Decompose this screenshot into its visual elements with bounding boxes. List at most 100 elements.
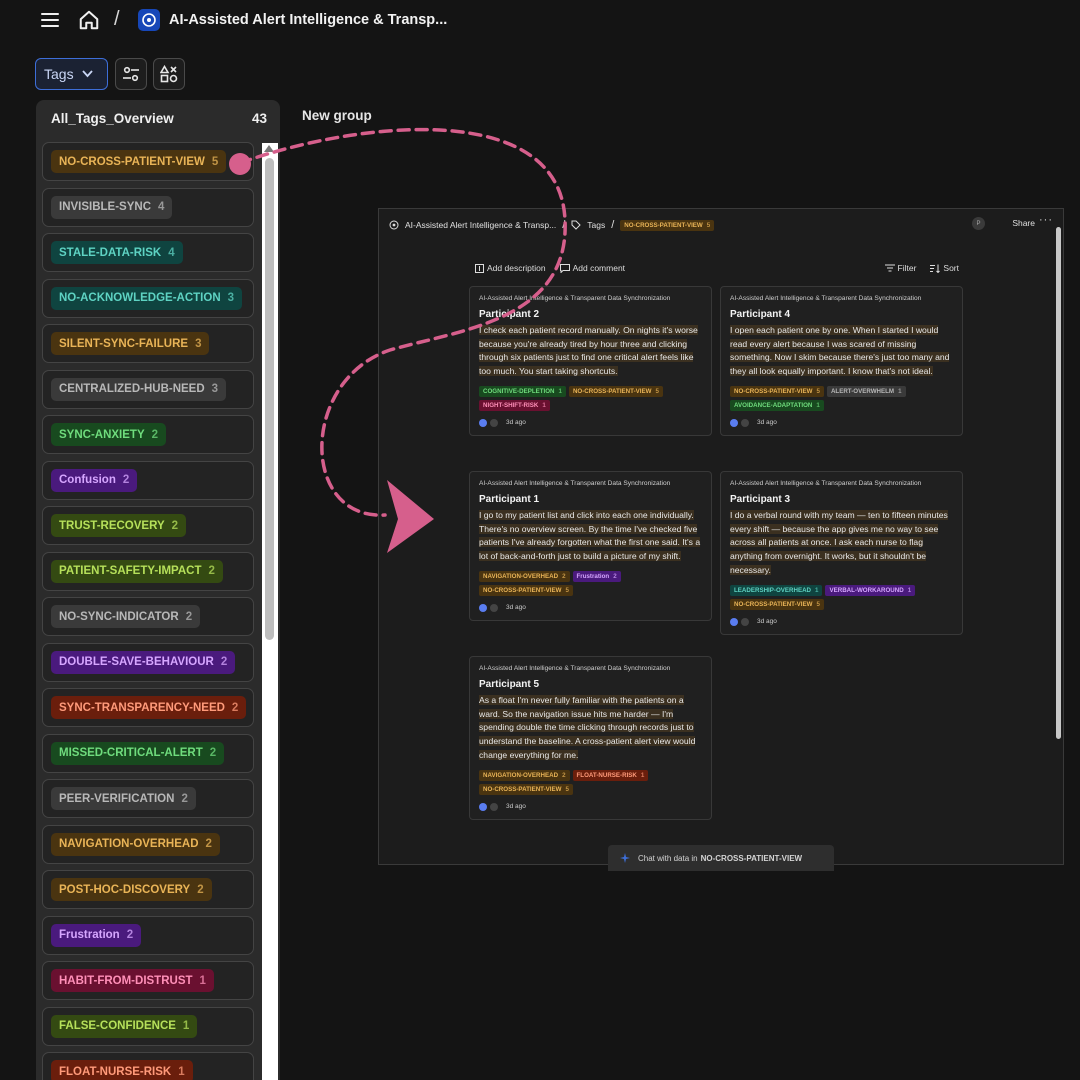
tag-count: 4 [158, 201, 165, 213]
card-tag-chip[interactable]: NO-CROSS-PATIENT-VIEW 5 [730, 385, 824, 397]
tag-label: SILENT-SYNC-FAILURE [59, 337, 189, 350]
tag-count: 2 [208, 565, 215, 577]
quote-card[interactable]: AI-Assisted Alert Intelligence & Transpa… [720, 286, 963, 436]
tag-chip: POST-HOC-DISCOVERY 2 [51, 878, 212, 901]
scroll-up-arrow-icon[interactable] [264, 145, 274, 152]
filter-icon [884, 264, 895, 272]
card-tag-chip[interactable]: NAVIGATION-OVERHEAD 2 [479, 570, 570, 582]
card-tag-count: 2 [562, 771, 566, 779]
more-options-icon[interactable]: ··· [1039, 214, 1053, 226]
tag-row[interactable]: NAVIGATION-OVERHEAD 2 [42, 824, 254, 864]
filter-button[interactable]: Filter [884, 263, 916, 273]
tag-label: FLOAT-NURSE-RISK [59, 1065, 172, 1078]
tag-row[interactable]: PEER-VERIFICATION 2 [42, 779, 254, 818]
current-tag-chip: NO-CROSS-PATIENT-VIEW 5 [620, 219, 715, 231]
tag-row[interactable]: Frustration 2 [42, 915, 254, 955]
preview-scrollbar[interactable] [1055, 221, 1062, 866]
tag-chip: CENTRALIZED-HUB-NEED 3 [51, 377, 227, 401]
tag-chip: MISSED-CRITICAL-ALERT 2 [51, 741, 225, 765]
tag-label: Confusion [59, 474, 116, 486]
card-quote: I open each patient one by one. When I s… [730, 324, 953, 379]
sort-shapes-button[interactable] [153, 58, 185, 90]
tag-row[interactable]: NO-ACKNOWLEDGE-ACTION 3 [42, 278, 254, 318]
card-tag-chip[interactable]: COGNITIVE-DEPLETION 1 [479, 385, 566, 397]
tag-row[interactable]: HABIT-FROM-DISTRUST 1 [42, 961, 254, 1000]
card-tag-chip[interactable]: NIGHT-SHIFT-RISK 1 [479, 399, 550, 411]
card-project-name: AI-Assisted Alert Intelligence & Transpa… [730, 295, 922, 302]
tag-list: NO-CROSS-PATIENT-VIEW 5 INVISIBLE-SYNC 4 STA… [42, 142, 254, 1080]
panel-count: 43 [251, 111, 267, 126]
quote-card[interactable]: AI-Assisted Alert Intelligence & Transpa… [469, 471, 712, 621]
tag-count: 3 [227, 292, 235, 304]
card-meta: 3d ago [479, 603, 702, 612]
card-tag-count: 1 [640, 771, 645, 779]
quote-card[interactable]: AI-Assisted Alert Intelligence & Transpa… [469, 286, 712, 436]
new-group-title[interactable]: New group [302, 108, 372, 123]
card-tag-count: 1 [558, 387, 562, 395]
card-tag-chip[interactable]: NO-CROSS-PATIENT-VIEW 5 [479, 584, 573, 596]
card-tag-chip[interactable]: ALERT-OVERWHELM 1 [826, 385, 906, 397]
tag-count: 2 [185, 610, 193, 623]
tag-row[interactable]: FLOAT-NURSE-RISK 1 [42, 1052, 254, 1080]
tag-label: HABIT-FROM-DISTRUST [59, 974, 193, 987]
tag-row[interactable]: STALE-DATA-RISK 4 [42, 233, 254, 272]
preview-tags-link[interactable]: Tags [587, 220, 605, 230]
hamburger-menu-icon[interactable] [41, 13, 59, 29]
page-title: AI-Assisted Alert Intelligence & Transp.… [169, 12, 448, 28]
card-tag-chip[interactable]: AVOIDANCE-ADAPTATION 1 [730, 399, 824, 411]
card-participant: Participant 4 [730, 309, 791, 320]
filter-settings-button[interactable] [115, 58, 147, 90]
sort-button[interactable]: Sort [930, 263, 959, 273]
tag-row[interactable]: POST-HOC-DISCOVERY 2 [42, 870, 254, 909]
card-tag-chip[interactable]: FLOAT-NURSE-RISK 1 [572, 769, 649, 781]
tag-row[interactable]: NO-CROSS-PATIENT-VIEW 5 [42, 142, 254, 181]
card-tag-chip[interactable]: NO-CROSS-PATIENT-VIEW 5 [568, 385, 663, 397]
tag-row[interactable]: FALSE-CONFIDENCE 1 [42, 1006, 254, 1046]
tag-row[interactable]: PATIENT-SAFETY-IMPACT 2 [42, 551, 254, 591]
tag-chip: Frustration 2 [51, 923, 142, 947]
tag-row[interactable]: NO-SYNC-INDICATOR 2 [42, 597, 254, 636]
preview-scroll-thumb[interactable] [1056, 227, 1061, 739]
avatar[interactable]: P [972, 217, 985, 230]
tag-row[interactable]: DOUBLE-SAVE-BEHAVIOUR 2 [42, 642, 254, 682]
tags-dropdown[interactable]: Tags [35, 58, 108, 90]
tag-chip: TRUST-RECOVERY 2 [51, 514, 187, 537]
tag-row[interactable]: TRUST-RECOVERY 2 [42, 506, 254, 545]
card-tag-chip[interactable]: NO-CROSS-PATIENT-VIEW 5 [730, 598, 824, 610]
card-participant: Participant 1 [479, 494, 540, 505]
share-button[interactable]: Share [1012, 218, 1035, 228]
tag-row[interactable]: SYNC-TRANSPARENCY-NEED 2 [42, 688, 254, 727]
user-avatar-icon [730, 617, 738, 626]
card-tag-chip[interactable]: LEADERSHIP-OVERHEAD 1 [730, 584, 823, 596]
current-tag-count: 5 [706, 221, 711, 229]
chat-with-data-bar[interactable]: Chat with data in NO-CROSS-PATIENT-VIEW [608, 845, 834, 871]
tag-row[interactable]: INVISIBLE-SYNC 4 [42, 187, 254, 227]
card-time: 3d ago [757, 419, 777, 427]
quote-card[interactable]: AI-Assisted Alert Intelligence & Transpa… [469, 656, 712, 820]
card-tag-chip[interactable]: NAVIGATION-OVERHEAD 2 [479, 769, 570, 781]
card-tag-chip[interactable]: Frustration 2 [572, 570, 621, 582]
add-comment-button[interactable]: Add comment [559, 263, 625, 273]
sidebar-scroll-thumb[interactable] [265, 158, 274, 640]
home-icon[interactable] [78, 9, 100, 31]
tag-count: 2 [122, 474, 130, 486]
card-tag-count: 1 [815, 586, 819, 594]
card-quote-text: I do a verbal round with my team — ten t… [730, 510, 948, 575]
card-tag-chip[interactable]: NO-CROSS-PATIENT-VIEW 5 [479, 783, 573, 795]
project-compass-icon[interactable] [138, 9, 160, 31]
quote-card[interactable]: AI-Assisted Alert Intelligence & Transpa… [720, 471, 963, 635]
tag-label: DOUBLE-SAVE-BEHAVIOUR [59, 656, 214, 668]
tag-row[interactable]: MISSED-CRITICAL-ALERT 2 [42, 733, 254, 773]
tag-count: 5 [211, 155, 219, 168]
add-description-button[interactable]: Add description [475, 263, 546, 273]
preview-project-link[interactable]: AI-Assisted Alert Intelligence & Transp.… [405, 220, 556, 230]
tag-row[interactable]: Confusion 2 [42, 460, 254, 500]
tag-row[interactable]: SILENT-SYNC-FAILURE 3 [42, 324, 254, 363]
card-tag-chip[interactable]: VERBAL-WORKAROUND 1 [825, 584, 916, 596]
tag-row[interactable]: SYNC-ANXIETY 2 [42, 415, 254, 454]
tag-label: SYNC-TRANSPARENCY-NEED [59, 701, 225, 714]
tag-row[interactable]: CENTRALIZED-HUB-NEED 3 [42, 369, 254, 409]
tag-chip: DOUBLE-SAVE-BEHAVIOUR 2 [51, 650, 236, 674]
card-time: 3d ago [757, 618, 777, 626]
tag-label: FALSE-CONFIDENCE [59, 1020, 176, 1032]
